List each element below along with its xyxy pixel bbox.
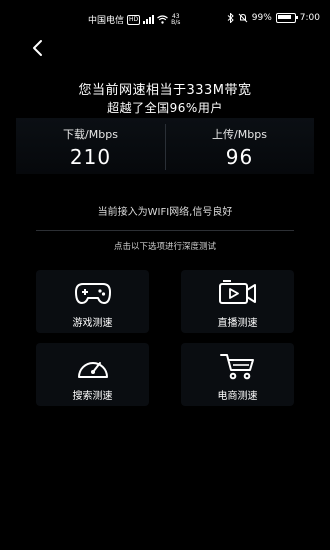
network-speed-unit: B/s — [171, 18, 181, 26]
speed-summary-subline: 超越了全国96%用户 — [107, 101, 223, 115]
download-label: 下载/Mbps — [63, 128, 118, 141]
signal-icon — [143, 15, 155, 24]
battery-percent: 99% — [251, 13, 272, 23]
live-stream-speed-test-button[interactable]: 直播测速 — [181, 270, 294, 333]
hd-badge: HD — [127, 14, 141, 25]
search-speed-test-button[interactable]: 搜索测速 — [36, 343, 149, 406]
battery-icon — [275, 13, 298, 23]
speed-summary-headline: 您当前网速相当于333M带宽 — [78, 83, 252, 98]
bluetooth-icon — [227, 13, 234, 23]
game-speed-test-button[interactable]: 游戏测速 — [36, 270, 149, 333]
status-left: 中国电信 HD 43 B/s — [88, 13, 180, 26]
status-right: 99% 7:00 — [227, 13, 320, 23]
live-stream-speed-test-label: 直播测速 — [217, 318, 258, 329]
download-column: 下载/Mbps 210 — [16, 118, 165, 174]
deep-test-hint: 点击以下选项进行深度测试 — [113, 242, 216, 252]
back-arrow-icon[interactable] — [28, 38, 48, 58]
upload-column: 上传/Mbps 96 — [165, 118, 314, 174]
wifi-icon — [157, 15, 169, 24]
status-bar: 中国电信 HD 43 B/s 99% 7:00 — [0, 0, 330, 36]
ecommerce-speed-test-label: 电商测速 — [217, 391, 258, 402]
speedometer-icon — [77, 362, 108, 378]
speed-result-panel: 下载/Mbps 210 上传/Mbps 96 — [16, 118, 314, 174]
divider-line — [36, 230, 294, 231]
video-play-icon — [218, 280, 256, 304]
carrier-label: 中国电信 — [88, 16, 125, 26]
network-speed: 43 B/s — [171, 13, 181, 26]
gamepad-icon — [74, 283, 111, 304]
shopping-cart-icon — [219, 354, 254, 380]
upload-label: 上传/Mbps — [212, 128, 267, 141]
game-speed-test-label: 游戏测速 — [72, 318, 113, 329]
ecommerce-speed-test-button[interactable]: 电商测速 — [181, 343, 294, 406]
upload-value: 96 — [225, 145, 254, 169]
download-value: 210 — [69, 145, 112, 169]
mute-bell-icon — [238, 13, 248, 23]
clock: 7:00 — [299, 13, 320, 23]
connection-status: 当前接入为WIFI网络,信号良好 — [97, 207, 233, 218]
search-speed-test-label: 搜索测速 — [72, 391, 113, 402]
